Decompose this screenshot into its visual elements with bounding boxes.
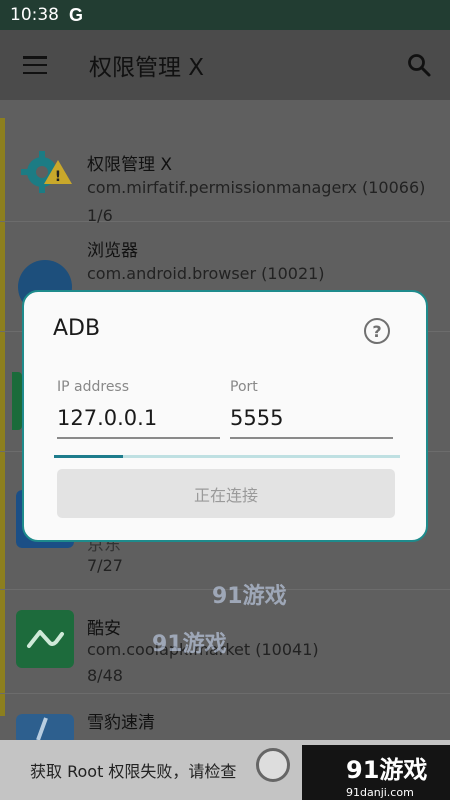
page-title: 权限管理 X: [89, 55, 205, 81]
item-title: 雪豹速清: [87, 713, 155, 733]
item-title: 酷安: [87, 619, 121, 639]
port-underline: [230, 437, 393, 439]
port-field[interactable]: 5555: [230, 406, 283, 430]
partial-app-icon: [12, 372, 22, 430]
adb-dialog: ADB ? IP address 127.0.0.1 Port 5555 正在连…: [22, 290, 428, 542]
watermark: 91游戏: [152, 632, 227, 657]
dialog-title: ADB: [53, 316, 101, 341]
help-icon[interactable]: ?: [364, 318, 390, 344]
app-bar: 权限管理 X: [0, 30, 450, 100]
list-item[interactable]: 雪豹速清: [0, 694, 450, 744]
item-package: com.mirfatif.permissionmanagerx (10066): [87, 178, 426, 197]
ip-label: IP address: [57, 379, 130, 395]
progress-fill: [54, 455, 124, 458]
progress-bar: [54, 455, 400, 458]
coolapk-icon: [16, 610, 74, 668]
google-notification-icon: G: [69, 4, 84, 25]
watermark-domain: 91danji.com: [346, 786, 414, 799]
item-title: 权限管理 X: [87, 155, 173, 175]
connect-button[interactable]: 正在连接: [57, 469, 395, 518]
gear-warning-icon: !: [21, 151, 72, 193]
item-count: 8/48: [87, 666, 123, 685]
watermark-badge: 91游戏 91danji.com: [302, 745, 450, 800]
search-icon[interactable]: [406, 52, 432, 78]
status-time: 10:38: [10, 5, 59, 25]
watermark-logo-icon: [256, 748, 290, 782]
port-label: Port: [230, 379, 258, 395]
ip-underline: [57, 437, 220, 439]
watermark: 91游戏: [212, 584, 287, 609]
item-count: 7/27: [87, 556, 123, 575]
item-package: com.android.browser (10021): [87, 264, 325, 283]
list-item[interactable]: ! 权限管理 X com.mirfatif.permissionmanagerx…: [0, 118, 450, 225]
menu-icon[interactable]: [23, 56, 47, 74]
status-bar: 10:38 G: [0, 0, 450, 30]
item-title: 浏览器: [87, 241, 138, 261]
snackbar-message: 获取 Root 权限失败，请检查: [30, 762, 237, 781]
svg-text:!: !: [55, 169, 61, 185]
ip-address-field[interactable]: 127.0.0.1: [57, 406, 157, 430]
watermark-brand: 91游戏: [346, 756, 428, 784]
